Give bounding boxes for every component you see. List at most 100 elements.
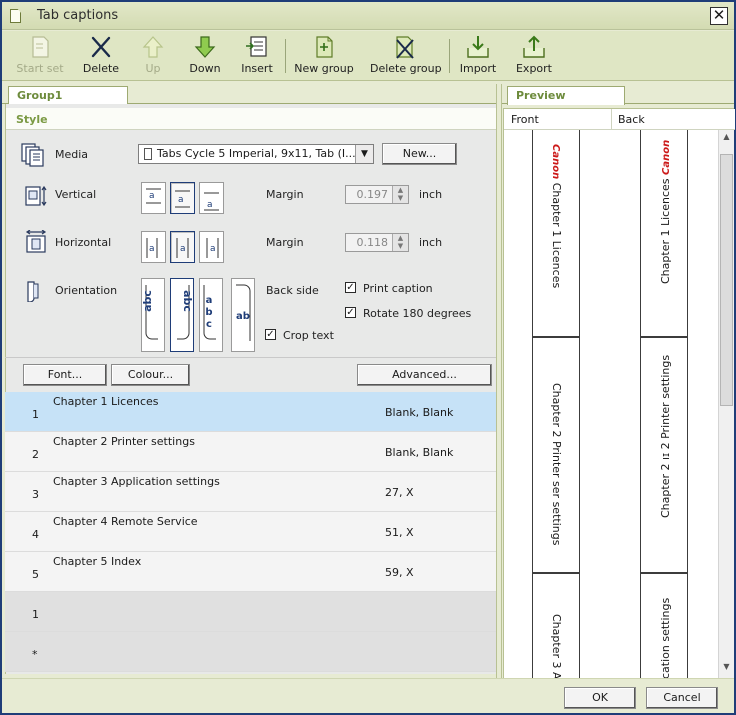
vertical-bottom-option[interactable]: a	[199, 182, 224, 214]
table-row[interactable]: 1	[5, 592, 496, 632]
orientation-option-4[interactable]: ab	[231, 278, 255, 352]
front-tab-caption: Chapter 1 Licences	[550, 182, 563, 289]
horizontal-align-icon	[25, 230, 47, 253]
table-row[interactable]: 5 Chapter 5 Index 59, X	[5, 552, 496, 592]
splitter[interactable]	[496, 84, 502, 678]
orientation-option-2[interactable]: abc	[170, 278, 194, 352]
insert-button[interactable]: Insert	[238, 34, 276, 78]
cancel-button[interactable]: Cancel	[646, 687, 718, 709]
delete-button[interactable]: Delete	[80, 34, 122, 78]
preview-panel: Front Back Canon Chapter 1 Licences Chap…	[503, 108, 735, 678]
vertical-margin-unit: inch	[419, 188, 443, 201]
vertical-label: Vertical	[55, 188, 97, 201]
table-row[interactable]: 3 Chapter 3 Application settings 27, X	[5, 472, 496, 512]
tab-group1[interactable]: Group1	[8, 86, 128, 105]
tab-preview[interactable]: Preview	[507, 86, 625, 105]
svg-text:a: a	[206, 295, 213, 306]
dialog-footer: OK Cancel	[2, 678, 734, 713]
media-label: Media	[55, 148, 89, 161]
caption-cell[interactable]: Chapter 1 Licences	[53, 395, 159, 408]
up-button[interactable]: Up	[136, 34, 170, 78]
start-set-label: Start set	[16, 62, 64, 75]
table-row[interactable]: 2 Chapter 2 Printer settings Blank, Blan…	[5, 432, 496, 472]
svg-text:a: a	[149, 244, 155, 254]
vertical-top-option[interactable]: a	[141, 182, 166, 214]
crop-text-label: Crop text	[283, 329, 334, 342]
preview-scrollbar[interactable]: ▲ ▼	[718, 130, 734, 678]
table-row[interactable]: 4 Chapter 4 Remote Service 51, X	[5, 512, 496, 552]
horizontal-center-option[interactable]: a	[170, 231, 195, 263]
caption-cell[interactable]: Chapter 3 Application settings	[53, 475, 220, 488]
svg-text:c: c	[206, 319, 212, 330]
vertical-margin-value: 0.197	[356, 188, 389, 201]
crop-text-checkbox[interactable]: ✓	[265, 329, 276, 340]
font-button[interactable]: Font...	[23, 364, 107, 386]
caption-cell[interactable]: Chapter 4 Remote Service	[53, 515, 198, 528]
scroll-down-icon[interactable]: ▼	[719, 662, 734, 676]
delete-group-icon	[396, 36, 414, 59]
code-cell: Blank, Blank	[385, 406, 454, 419]
svg-text:a: a	[210, 244, 216, 254]
vertical-margin-input[interactable]: 0.197 ▲ ▼	[345, 185, 409, 204]
caption-cell[interactable]: Chapter 5 Index	[53, 555, 141, 568]
new-group-button[interactable]: New group	[294, 34, 354, 78]
import-button[interactable]: Import	[458, 34, 498, 78]
orientation-option-1[interactable]: abc	[141, 278, 165, 352]
front-tab-2: Chapter 2 Printer ser settings	[532, 337, 580, 573]
right-tab-strip: Preview	[502, 84, 734, 105]
insert-icon	[246, 36, 267, 57]
table-row[interactable]: 1 Chapter 1 Licences Blank, Blank	[5, 392, 496, 432]
rotate-180-label: Rotate 180 degrees	[363, 307, 472, 320]
horizontal-left-option[interactable]: a	[141, 231, 166, 263]
code-cell: 59, X	[385, 566, 414, 579]
down-button[interactable]: Down	[186, 34, 224, 78]
export-button[interactable]: Export	[514, 34, 554, 78]
window-title: Tab captions	[37, 8, 119, 23]
left-tab-strip: Group1	[2, 84, 496, 105]
media-value: Tabs Cycle 5 Imperial, 9x11, Tab (I...	[157, 147, 356, 160]
chevron-down-icon[interactable]: ▼	[355, 145, 373, 163]
new-row[interactable]: *	[5, 632, 496, 672]
row-number: 1	[32, 608, 39, 621]
down-label: Down	[189, 62, 221, 75]
preview-header: Front Back	[504, 109, 735, 130]
arrow-down-icon	[194, 36, 216, 58]
new-media-button[interactable]: New...	[382, 143, 457, 165]
back-side-label: Back side	[266, 284, 319, 297]
tab-captions-dialog: Tab captions ✕ Start set Delete Up Down …	[0, 0, 736, 715]
back-tab-caption: Chapter 1 Licences	[659, 178, 672, 285]
insert-label: Insert	[241, 62, 273, 75]
toolbar-separator	[449, 39, 450, 73]
svg-text:a: a	[207, 200, 213, 210]
caption-cell[interactable]: Chapter 2 Printer settings	[53, 435, 195, 448]
row-number: *	[32, 648, 38, 661]
advanced-button[interactable]: Advanced...	[357, 364, 492, 386]
scroll-thumb[interactable]	[720, 154, 733, 406]
ok-button[interactable]: OK	[564, 687, 636, 709]
media-select[interactable]: Tabs Cycle 5 Imperial, 9x11, Tab (I... ▼	[138, 144, 374, 164]
brand-logo: Canon	[550, 144, 561, 180]
spinner-icon[interactable]: ▲ ▼	[392, 186, 408, 203]
code-cell: Blank, Blank	[385, 446, 454, 459]
horizontal-margin-input[interactable]: 0.118 ▲ ▼	[345, 233, 409, 252]
page-icon	[144, 148, 152, 160]
horizontal-label: Horizontal	[55, 236, 112, 249]
front-tab-caption: Chapter 3 App	[550, 614, 563, 678]
orientation-option-3[interactable]: a b c	[199, 278, 223, 352]
scroll-up-icon[interactable]: ▲	[719, 132, 734, 146]
orientation-glyph: ab	[236, 311, 250, 322]
close-button[interactable]: ✕	[710, 7, 728, 25]
print-caption-checkbox[interactable]: ✓	[345, 282, 356, 293]
code-cell: 51, X	[385, 526, 414, 539]
horizontal-right-option[interactable]: a	[199, 231, 224, 263]
colour-button[interactable]: Colour...	[111, 364, 190, 386]
rotate-180-checkbox[interactable]: ✓	[345, 307, 356, 318]
row-number: 3	[32, 488, 39, 501]
vertical-middle-option[interactable]: a	[170, 182, 195, 214]
delete-group-button[interactable]: Delete group	[370, 34, 442, 78]
start-set-button[interactable]: Start set	[16, 34, 64, 78]
row-number: 4	[32, 528, 39, 541]
spinner-icon[interactable]: ▲ ▼	[392, 234, 408, 251]
front-tab-3: Chapter 3 App	[532, 573, 580, 678]
delete-label: Delete	[82, 62, 120, 75]
